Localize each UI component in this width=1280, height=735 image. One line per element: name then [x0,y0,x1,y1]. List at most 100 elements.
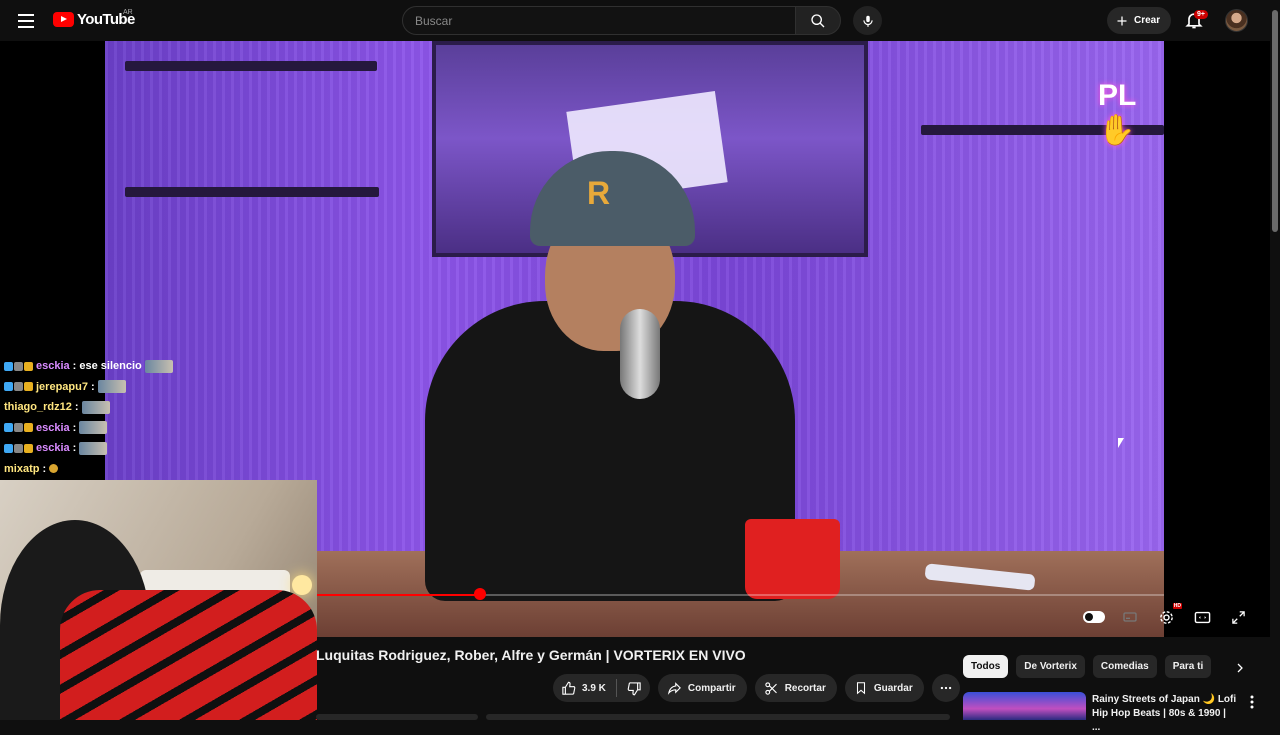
emote-icon [49,464,59,474]
thumbs-up-icon[interactable] [561,681,576,696]
chat-text: : [72,442,77,455]
chat-text: : [90,380,95,393]
hd-badge: HD [1172,603,1182,609]
cap-logo-icon: R [587,175,611,211]
scissors-icon [765,681,777,695]
chat-message: esckia: [0,438,180,459]
comments-box-edge [486,714,950,720]
chat-message: mixatp: [0,459,180,480]
shelf [125,187,379,197]
badge-icon [24,423,33,433]
like-count[interactable]: 3.9 K [582,683,606,694]
badge-icon [14,443,23,453]
share-icon [667,681,681,695]
chat-username: thiago_rdz12 [4,401,72,414]
recommendation-title[interactable]: Rainy Streets of Japan 🌙 Lofi Hip Hop Be… [1092,693,1237,735]
save-button[interactable]: Guardar [844,674,924,702]
theater-mode-button[interactable] [1190,605,1214,629]
chat-badges [4,382,33,392]
search-button[interactable] [795,6,841,35]
studio-microphone [620,309,660,399]
chat-badges [4,423,33,433]
badge-icon [24,443,33,453]
subtitles-icon [1123,612,1137,622]
search-icon [811,13,825,27]
create-button[interactable]: Crear [1107,7,1172,34]
chips-next-button[interactable] [1229,657,1251,679]
badge-icon [4,443,13,453]
chat-username: mixatp [4,462,40,475]
clip-button[interactable]: Recortar [754,674,837,702]
badge-icon [14,423,23,433]
more-horizontal-icon [940,686,951,690]
notification-badge: 9+ [1194,10,1208,19]
chat-username: jerepapu7 [36,380,88,393]
search-input[interactable] [415,13,783,28]
chat-text: : [72,421,77,434]
description-box-edge [316,714,478,720]
cam-person-shirt [60,590,317,720]
chat-badges [4,361,33,371]
like-dislike-group: 3.9 K [553,674,650,702]
more-actions-button[interactable] [931,674,960,702]
search-box[interactable] [402,6,796,35]
badge-icon [4,382,13,392]
chat-message: esckia: [0,418,180,439]
microphone-icon [862,15,873,27]
video-actions: 3.9 K Compartir Recortar Guardar [553,674,960,702]
play-logo-icon [53,12,74,27]
autoplay-toggle[interactable] [1082,605,1106,629]
chat-username: esckia [36,360,70,373]
chat-badges [4,443,33,453]
gear-icon [1159,610,1173,624]
chat-message: esckia: ese silencio [0,356,180,377]
chat-username: esckia [36,421,70,434]
clip-label: Recortar [784,682,826,694]
menu-icon[interactable] [14,9,38,33]
progress-fill [317,594,478,596]
chat-text: : [74,401,79,414]
chat-username: esckia [36,442,70,455]
bookmark-icon [856,682,865,695]
settings-button[interactable]: HD [1154,603,1182,629]
chip[interactable]: Para ti [1164,655,1212,678]
subtitles-button[interactable] [1118,605,1142,629]
badge-icon [14,361,23,371]
filter-chips: Todos De Vorterix Comedias Para ti [963,655,1212,678]
share-button[interactable]: Compartir [657,674,747,702]
fullscreen-icon [1231,610,1245,624]
avatar[interactable] [1225,9,1248,32]
more-vertical-icon [1250,695,1254,709]
webcam-overlay [0,480,317,720]
emote-icon [79,421,108,435]
chip[interactable]: Todos [963,655,1009,678]
red-mug [745,519,840,599]
voice-search-button[interactable] [853,6,882,35]
fullscreen-button[interactable] [1226,605,1250,629]
top-bar: YouTube AR Crear 9+ [0,0,1280,41]
country-code: AR [123,9,133,16]
chip[interactable]: De Vorterix [1016,655,1085,678]
cam-lamp [292,575,312,595]
chip[interactable]: Comedias [1092,655,1157,678]
thumbs-down-icon[interactable] [627,681,642,696]
chat-message: jerepapu7: [0,377,180,398]
badge-icon [14,382,23,392]
theater-icon [1194,611,1210,623]
chevron-right-icon [1237,663,1243,673]
share-label: Compartir [687,682,736,694]
plus-icon [1117,16,1127,25]
recommendation-thumbnail[interactable] [963,692,1086,720]
progress-bar[interactable] [317,594,1164,596]
video-title: Luquitas Rodriguez, Rober, Alfre y Germá… [316,647,746,663]
save-label: Guardar [873,682,913,694]
emote-icon [81,400,110,414]
emote-icon [144,359,173,373]
scrollbar[interactable] [1270,0,1280,720]
create-label: Crear [1134,15,1161,26]
scrollbar-thumb[interactable] [1272,10,1278,232]
toggle-icon [1083,611,1105,623]
progress-scrubber[interactable] [474,588,486,600]
chat-text: : ese silencio [72,360,142,373]
recommendation-more-button[interactable] [1246,694,1258,710]
